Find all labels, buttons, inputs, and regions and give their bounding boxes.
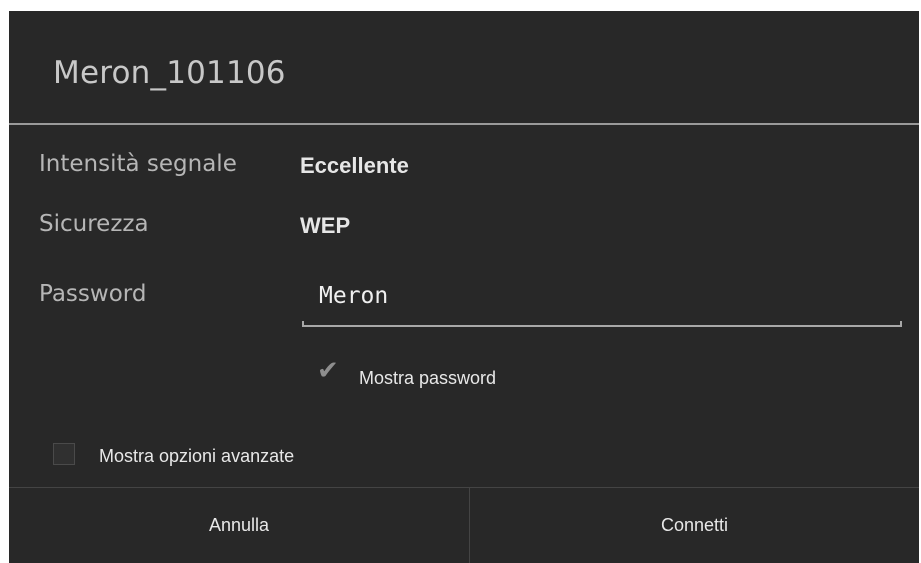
title-divider <box>9 123 919 125</box>
wifi-connect-dialog: Meron_101106 Intensità segnale Eccellent… <box>9 11 919 563</box>
connect-button[interactable]: Connetti <box>470 488 919 563</box>
password-input-value: Meron <box>319 283 389 309</box>
security-value: WEP <box>300 213 351 238</box>
show-password-label[interactable]: Mostra password <box>359 368 496 389</box>
show-password-checkbox[interactable]: ✔ <box>315 358 339 386</box>
password-input[interactable]: Meron <box>302 273 902 327</box>
signal-strength-label: Intensità segnale <box>39 151 237 177</box>
signal-strength-value: Eccellente <box>300 153 409 178</box>
security-label: Sicurezza <box>39 211 149 237</box>
advanced-options-label[interactable]: Mostra opzioni avanzate <box>99 446 294 467</box>
advanced-options-checkbox[interactable] <box>53 443 75 465</box>
check-icon: ✔ <box>317 356 339 386</box>
password-input-underline <box>302 321 902 327</box>
cancel-button[interactable]: Annulla <box>9 488 469 563</box>
password-label: Password <box>39 281 147 307</box>
dialog-title: Meron_101106 <box>53 55 286 91</box>
